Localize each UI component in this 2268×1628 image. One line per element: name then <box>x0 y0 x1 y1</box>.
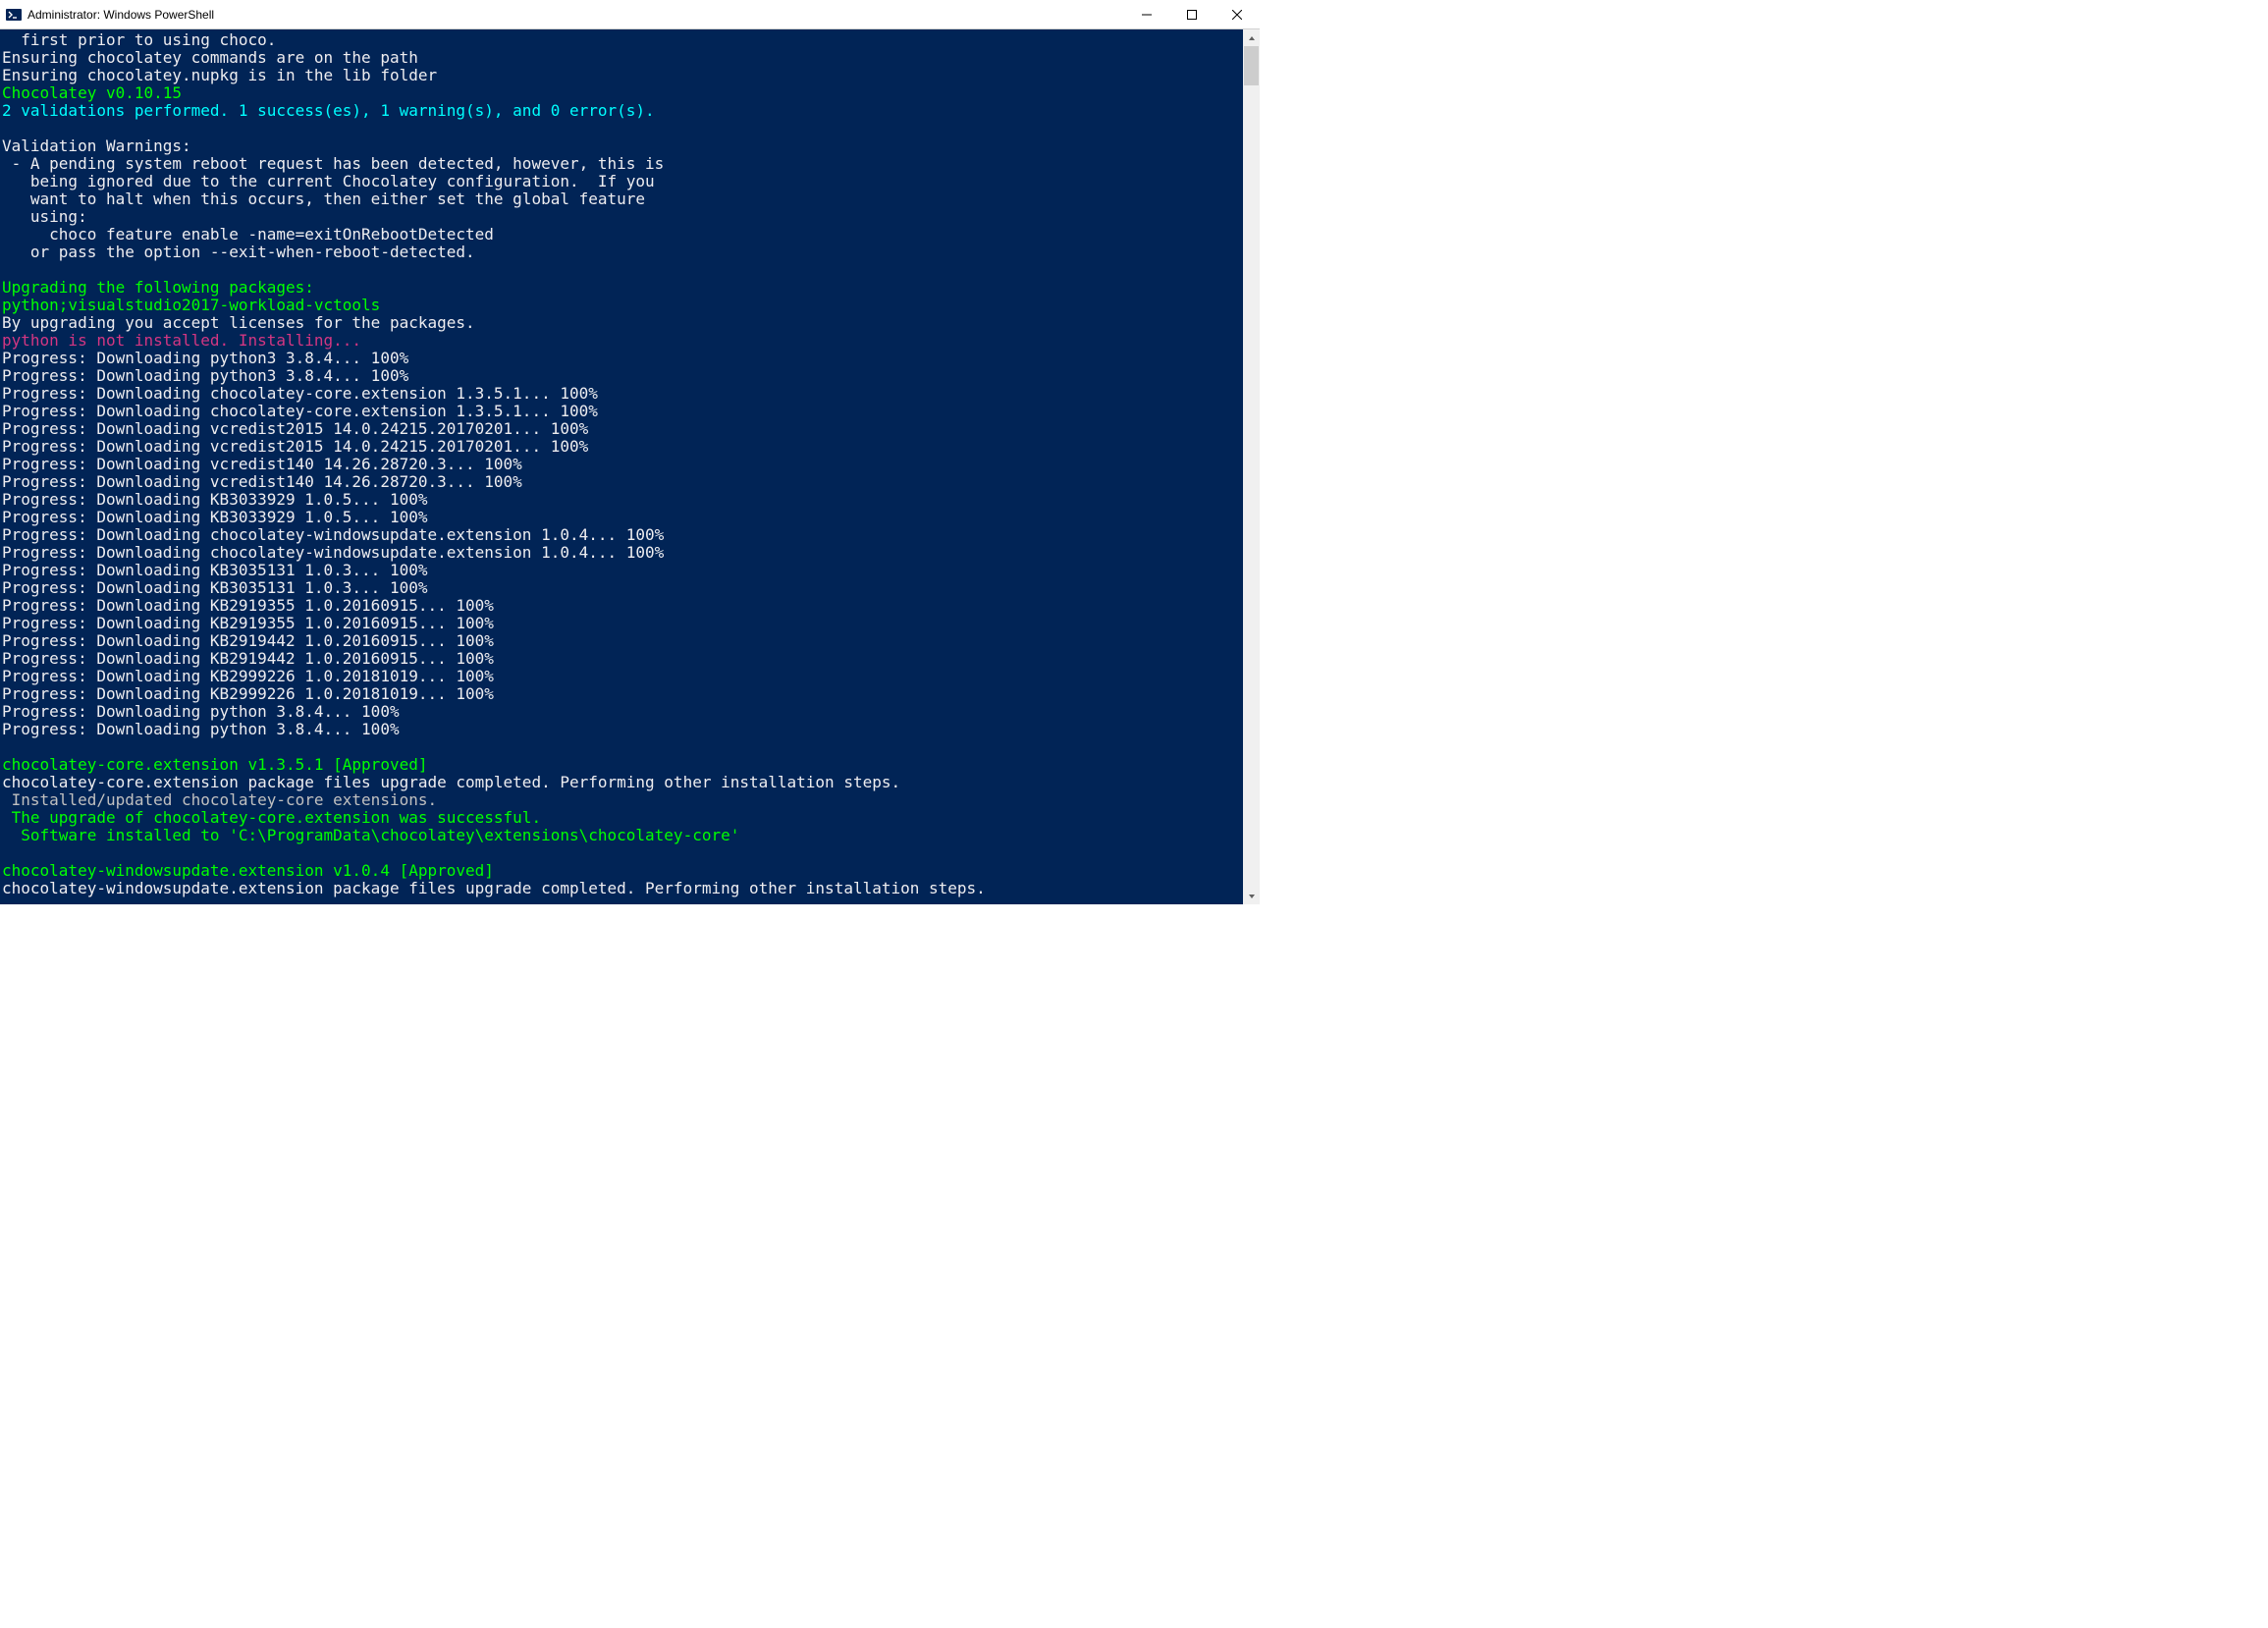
terminal-line: Progress: Downloading chocolatey-windows… <box>2 526 1239 544</box>
window-controls <box>1124 0 1260 28</box>
terminal-container: first prior to using choco.Ensuring choc… <box>0 29 1260 904</box>
terminal-line: Progress: Downloading KB2919442 1.0.2016… <box>2 650 1239 668</box>
terminal-line: Progress: Downloading chocolatey-windows… <box>2 544 1239 562</box>
terminal-line: - A pending system reboot request has be… <box>2 155 1239 173</box>
terminal-line: Progress: Downloading KB2919442 1.0.2016… <box>2 632 1239 650</box>
terminal-line: python is not installed. Installing... <box>2 332 1239 350</box>
terminal-line: Chocolatey v0.10.15 <box>2 84 1239 102</box>
terminal-line: Progress: Downloading python 3.8.4... 10… <box>2 721 1239 738</box>
terminal-line: Ensuring chocolatey commands are on the … <box>2 49 1239 67</box>
terminal-line: Progress: Downloading python 3.8.4... 10… <box>2 703 1239 721</box>
terminal-line: Progress: Downloading python3 3.8.4... 1… <box>2 367 1239 385</box>
close-button[interactable] <box>1215 0 1260 28</box>
terminal-line: By upgrading you accept licenses for the… <box>2 314 1239 332</box>
window-title: Administrator: Windows PowerShell <box>27 8 1124 22</box>
terminal-line: chocolatey-core.extension v1.3.5.1 [Appr… <box>2 756 1239 774</box>
terminal-line <box>2 261 1239 279</box>
terminal-line: Installed/updated chocolatey-core extens… <box>2 791 1239 809</box>
terminal-line <box>2 844 1239 862</box>
terminal-line: chocolatey-core.extension package files … <box>2 774 1239 791</box>
terminal-line: Upgrading the following packages: <box>2 279 1239 297</box>
terminal-line: chocolatey-windowsupdate.extension v1.0.… <box>2 862 1239 880</box>
terminal-line: The upgrade of chocolatey-core.extension… <box>2 809 1239 827</box>
terminal-line: being ignored due to the current Chocola… <box>2 173 1239 190</box>
terminal-output[interactable]: first prior to using choco.Ensuring choc… <box>0 29 1243 904</box>
terminal-line <box>2 120 1239 137</box>
terminal-line: Progress: Downloading KB3035131 1.0.3...… <box>2 579 1239 597</box>
terminal-line: Progress: Downloading KB3033929 1.0.5...… <box>2 491 1239 509</box>
powershell-icon <box>6 7 22 23</box>
maximize-button[interactable] <box>1169 0 1215 28</box>
terminal-line: Progress: Downloading vcredist2015 14.0.… <box>2 420 1239 438</box>
terminal-line: Progress: Downloading KB2919355 1.0.2016… <box>2 615 1239 632</box>
terminal-line: 2 validations performed. 1 success(es), … <box>2 102 1239 120</box>
terminal-line: first prior to using choco. <box>2 31 1239 49</box>
terminal-line: Progress: Downloading chocolatey-core.ex… <box>2 385 1239 403</box>
terminal-line: chocolatey-windowsupdate.extension packa… <box>2 880 1239 897</box>
terminal-line: Progress: Downloading KB3033929 1.0.5...… <box>2 509 1239 526</box>
terminal-line: Progress: Downloading KB2999226 1.0.2018… <box>2 668 1239 685</box>
terminal-line <box>2 738 1239 756</box>
terminal-line: choco feature enable -name=exitOnRebootD… <box>2 226 1239 244</box>
terminal-line: Progress: Downloading chocolatey-core.ex… <box>2 403 1239 420</box>
scrollbar-track[interactable] <box>1243 29 1260 904</box>
terminal-line: Progress: Downloading vcredist2015 14.0.… <box>2 438 1239 456</box>
terminal-line: or pass the option --exit-when-reboot-de… <box>2 244 1239 261</box>
scrollbar-thumb[interactable] <box>1244 46 1259 85</box>
terminal-line: python;visualstudio2017-workload-vctools <box>2 297 1239 314</box>
terminal-line: Software installed to 'C:\ProgramData\ch… <box>2 827 1239 844</box>
terminal-line: Progress: Downloading KB3035131 1.0.3...… <box>2 562 1239 579</box>
terminal-line: Validation Warnings: <box>2 137 1239 155</box>
scrollbar-arrow-up-icon[interactable] <box>1243 29 1260 46</box>
terminal-line: Progress: Downloading python3 3.8.4... 1… <box>2 350 1239 367</box>
terminal-line: Progress: Downloading vcredist140 14.26.… <box>2 473 1239 491</box>
window-titlebar[interactable]: Administrator: Windows PowerShell <box>0 0 1260 29</box>
terminal-line: Progress: Downloading KB2919355 1.0.2016… <box>2 597 1239 615</box>
terminal-line: using: <box>2 208 1239 226</box>
scrollbar-arrow-down-icon[interactable] <box>1243 888 1260 904</box>
terminal-line: want to halt when this occurs, then eith… <box>2 190 1239 208</box>
terminal-line: Progress: Downloading vcredist140 14.26.… <box>2 456 1239 473</box>
terminal-line: Progress: Downloading KB2999226 1.0.2018… <box>2 685 1239 703</box>
minimize-button[interactable] <box>1124 0 1169 28</box>
terminal-line: Ensuring chocolatey.nupkg is in the lib … <box>2 67 1239 84</box>
